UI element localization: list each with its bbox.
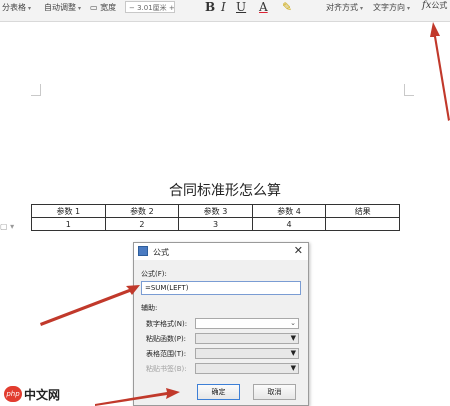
php-logo-icon: php	[4, 386, 22, 402]
annotation-arrow	[430, 22, 450, 121]
annotation-arrow	[95, 388, 180, 406]
watermark-text: 中文网	[24, 388, 61, 402]
annotation-arrows	[40, 22, 450, 406]
annotation-arrow	[40, 285, 140, 326]
